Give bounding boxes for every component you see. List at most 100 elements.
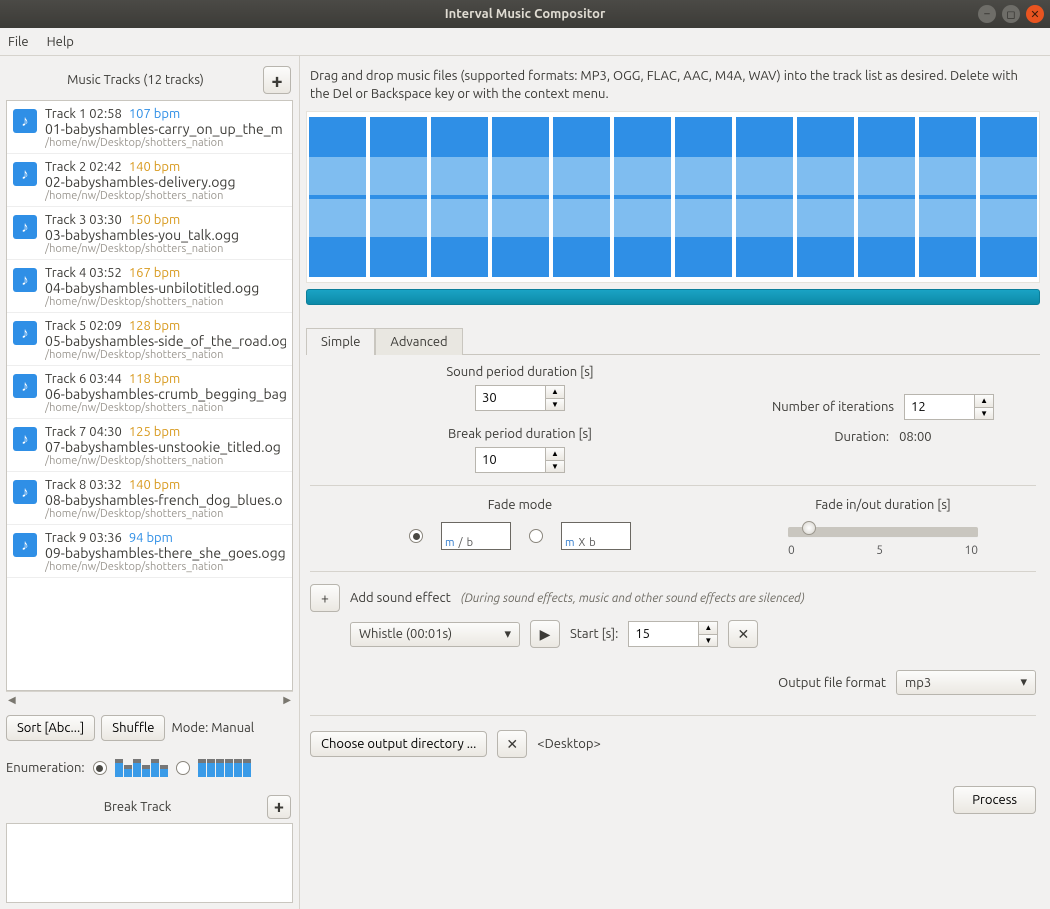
fade-mode-label: Fade mode xyxy=(488,498,552,512)
clear-output-dir-button[interactable]: ✕ xyxy=(497,730,527,758)
track-filename: 06-babyshambles-crumb_begging_bag xyxy=(45,386,286,402)
track-path: /home/nw/Desktop/shotters_nation xyxy=(45,137,283,149)
track-row[interactable]: ♪Track 5 02:09 128 bpm05-babyshambles-si… xyxy=(7,313,292,366)
music-note-icon: ♪ xyxy=(13,321,37,345)
music-note-icon: ♪ xyxy=(13,533,37,557)
break-period-input[interactable] xyxy=(475,447,545,473)
track-row[interactable]: ♪Track 2 02:42 140 bpm02-babyshambles-de… xyxy=(7,154,292,207)
track-filename: 02-babyshambles-delivery.ogg xyxy=(45,174,236,190)
track-row[interactable]: ♪Track 4 03:52 167 bpm04-babyshambles-un… xyxy=(7,260,292,313)
sort-button[interactable]: Sort [Abc...] xyxy=(6,715,95,741)
window-title: Interval Music Compositor xyxy=(445,7,606,21)
choose-output-dir-button[interactable]: Choose output directory ... xyxy=(310,731,487,757)
maximize-button[interactable]: ◻ xyxy=(1002,5,1020,23)
iterations-up[interactable]: ▲ xyxy=(974,394,994,407)
scroll-left-icon[interactable]: ◀ xyxy=(8,694,16,706)
menu-help[interactable]: Help xyxy=(47,35,74,49)
track-header: Track 8 03:32 140 bpm xyxy=(45,478,283,492)
iterations-down[interactable]: ▼ xyxy=(974,407,994,420)
tab-simple[interactable]: Simple xyxy=(306,328,375,355)
scroll-right-icon[interactable]: ▶ xyxy=(283,694,291,706)
track-filename: 07-babyshambles-unstookie_titled.og xyxy=(45,439,281,455)
sfx-start-down[interactable]: ▼ xyxy=(698,634,718,647)
fade-mode-2-radio[interactable] xyxy=(529,529,543,543)
add-track-button[interactable]: + xyxy=(263,66,291,94)
track-path: /home/nw/Desktop/shotters_nation xyxy=(45,508,283,520)
track-header: Track 6 03:44 118 bpm xyxy=(45,372,286,386)
duration-value: 08:00 xyxy=(899,430,932,444)
sfx-combo[interactable]: Whistle (00:01s) ▾ xyxy=(350,622,520,647)
sfx-play-button[interactable]: ▶ xyxy=(530,620,560,648)
music-note-icon: ♪ xyxy=(13,162,37,186)
sound-period-input[interactable] xyxy=(475,385,545,411)
track-filename: 05-babyshambles-side_of_the_road.og xyxy=(45,333,286,349)
fade-duration-label: Fade in/out duration [s] xyxy=(815,498,951,512)
slider-mid: 5 xyxy=(876,544,883,557)
add-sfx-button[interactable]: + xyxy=(310,584,340,612)
music-note-icon: ♪ xyxy=(13,109,37,133)
menu-bar: File Help xyxy=(0,28,1050,56)
enumeration-option-2[interactable] xyxy=(176,761,190,775)
fade-mode-2-icon: mXb xyxy=(561,522,631,550)
chevron-down-icon: ▾ xyxy=(504,627,511,642)
music-note-icon: ♪ xyxy=(13,215,37,239)
break-period-up[interactable]: ▲ xyxy=(545,447,565,460)
track-path: /home/nw/Desktop/shotters_nation xyxy=(45,455,281,467)
enumeration-label: Enumeration: xyxy=(6,761,85,775)
menu-file[interactable]: File xyxy=(8,35,29,49)
sfx-start-label: Start [s]: xyxy=(570,627,618,641)
track-header: Track 9 03:36 94 bpm xyxy=(45,531,286,545)
progress-bar xyxy=(306,289,1040,305)
track-row[interactable]: ♪Track 7 04:30 125 bpm07-babyshambles-un… xyxy=(7,419,292,472)
music-note-icon: ♪ xyxy=(13,268,37,292)
track-filename: 01-babyshambles-carry_on_up_the_m xyxy=(45,121,283,137)
track-filename: 04-babyshambles-unbilotitled.ogg xyxy=(45,280,259,296)
help-text: Drag and drop music files (supported for… xyxy=(306,66,1040,111)
track-row[interactable]: ♪Track 1 02:58 107 bpm01-babyshambles-ca… xyxy=(7,101,292,154)
output-format-combo[interactable]: mp3 ▾ xyxy=(896,670,1036,695)
shuffle-button[interactable]: Shuffle xyxy=(101,715,165,741)
sidebar: Music Tracks (12 tracks) + ♪Track 1 02:5… xyxy=(0,56,300,909)
track-filename: 08-babyshambles-french_dog_blues.o xyxy=(45,492,283,508)
slider-max: 10 xyxy=(964,544,978,557)
process-button[interactable]: Process xyxy=(953,786,1036,814)
break-period-down[interactable]: ▼ xyxy=(545,460,565,473)
break-period-label: Break period duration [s] xyxy=(448,427,592,441)
track-row[interactable]: ♪ Track 9 03:36 94 bpm09-babyshambles-the… xyxy=(7,525,292,578)
track-path: /home/nw/Desktop/shotters_nation xyxy=(45,561,286,573)
iterations-input[interactable] xyxy=(904,394,974,420)
track-filename: 03-babyshambles-you_talk.ogg xyxy=(45,227,239,243)
minimize-button[interactable]: – xyxy=(978,5,996,23)
add-sfx-label: Add sound effect xyxy=(350,591,451,605)
tab-advanced[interactable]: Advanced xyxy=(375,328,462,355)
sfx-remove-button[interactable]: ✕ xyxy=(728,620,758,648)
sound-period-down[interactable]: ▼ xyxy=(545,398,565,411)
duration-label: Duration: xyxy=(834,430,889,444)
enumeration-icon-2 xyxy=(198,759,251,777)
close-button[interactable]: ✕ xyxy=(1026,5,1044,23)
iterations-label: Number of iterations xyxy=(772,400,894,414)
track-row[interactable]: ♪Track 8 03:32 140 bpm08-babyshambles-fr… xyxy=(7,472,292,525)
track-row[interactable]: ♪Track 6 03:44 118 bpm06-babyshambles-cr… xyxy=(7,366,292,419)
track-list[interactable]: ♪Track 1 02:58 107 bpm01-babyshambles-ca… xyxy=(6,100,293,691)
track-header: Track 7 04:30 125 bpm xyxy=(45,425,281,439)
sfx-start-up[interactable]: ▲ xyxy=(698,621,718,634)
track-row[interactable]: ♪ Track 3 03:30 150 bpm03-babyshambles-yo… xyxy=(7,207,292,260)
add-break-button[interactable]: + xyxy=(267,795,291,819)
main-panel: Drag and drop music files (supported for… xyxy=(300,56,1050,909)
break-track-box[interactable] xyxy=(6,823,293,903)
sfx-note: (During sound effects, music and other s… xyxy=(461,592,805,605)
track-header: Track 3 03:30 150 bpm xyxy=(45,213,239,227)
slider-min: 0 xyxy=(788,544,795,557)
fade-mode-1-radio[interactable] xyxy=(409,529,423,543)
fade-mode-1-icon: m/b xyxy=(441,522,511,550)
enumeration-option-1[interactable] xyxy=(93,761,107,775)
sound-period-up[interactable]: ▲ xyxy=(545,385,565,398)
horizontal-scrollbar[interactable]: ◀ ▶ xyxy=(6,691,293,707)
fade-duration-slider[interactable] xyxy=(788,520,978,536)
track-path: /home/nw/Desktop/shotters_nation xyxy=(45,190,236,202)
track-path: /home/nw/Desktop/shotters_nation xyxy=(45,243,239,255)
mode-label: Mode: Manual xyxy=(171,721,254,735)
sfx-start-input[interactable] xyxy=(628,621,698,647)
track-filename: 09-babyshambles-there_she_goes.ogg xyxy=(45,545,286,561)
